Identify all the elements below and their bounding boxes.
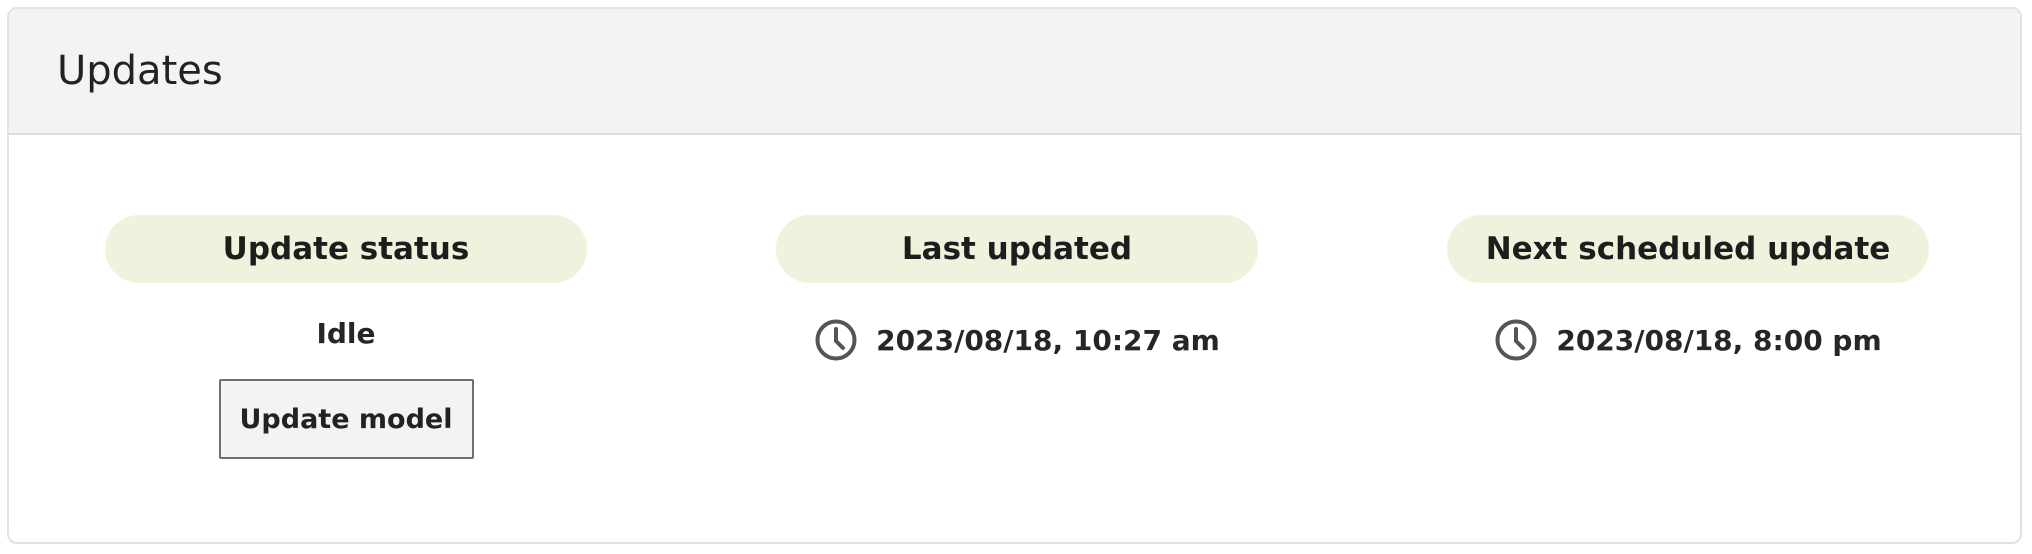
next-update-row: 2023/08/18, 8:00 pm [1447,317,1929,363]
clock-icon [1495,319,1537,361]
update-status-heading: Update status [105,215,587,283]
update-status-section: Update status Idle Update model [105,215,587,459]
next-update-section: Next scheduled update 2023/08/18, 8:00 p… [1447,215,1929,363]
last-updated-value: 2023/08/18, 10:27 am [876,323,1220,357]
last-updated-row: 2023/08/18, 10:27 am [776,317,1258,363]
clock-icon [815,319,857,361]
update-model-button[interactable]: Update model [218,379,474,459]
last-updated-section: Last updated 2023/08/18, 10:27 am [776,215,1258,363]
last-updated-heading: Last updated [776,215,1258,283]
updates-panel: Updates Update status Idle Update model … [7,7,2022,544]
panel-header: Updates [9,9,2020,135]
panel-title: Updates [57,48,223,94]
next-update-heading: Next scheduled update [1447,215,1929,283]
next-update-value: 2023/08/18, 8:00 pm [1556,323,1882,357]
update-status-value: Idle [316,317,376,350]
